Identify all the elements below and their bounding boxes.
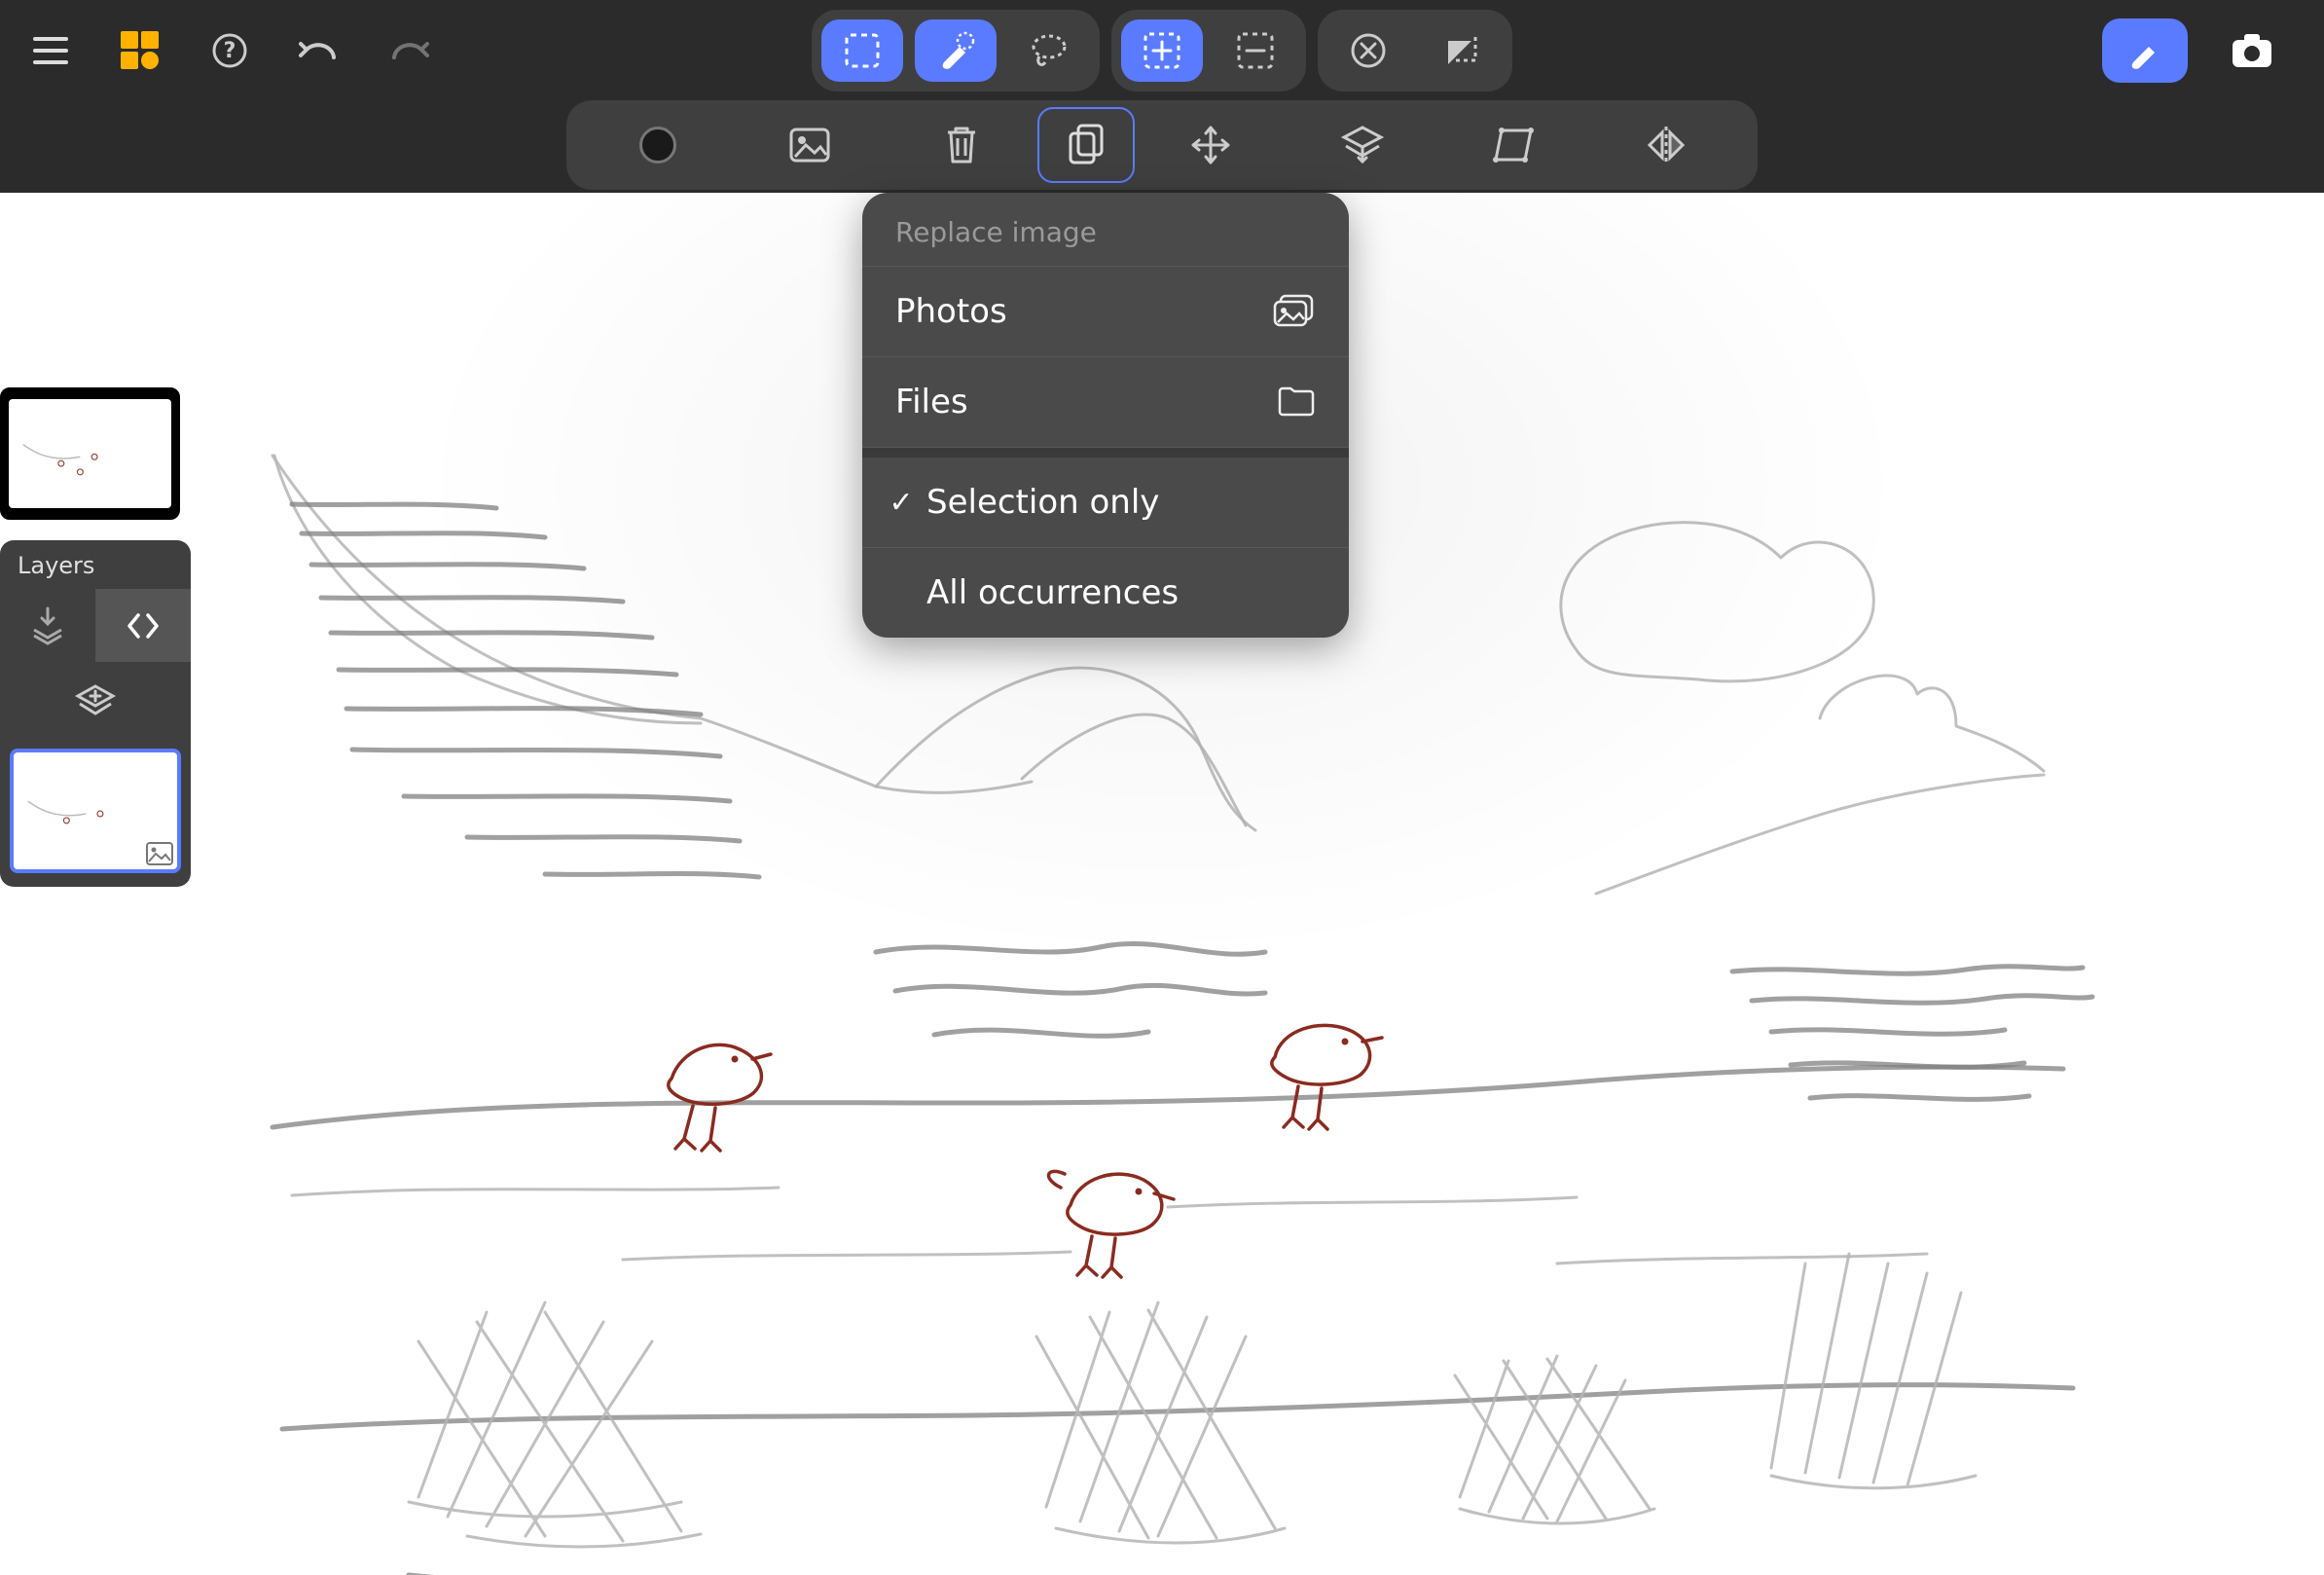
- image-badge-icon: [146, 842, 173, 865]
- dropdown-item-photos[interactable]: Photos: [862, 267, 1349, 357]
- layers-tabs: [0, 589, 191, 663]
- dropdown-item-label: All occurrences: [926, 573, 1179, 612]
- context-toolbar-wrap: [0, 100, 2324, 193]
- add-selection-icon: [1142, 30, 1182, 71]
- brush-icon: [2125, 31, 2164, 70]
- hamburger-icon: [33, 37, 68, 64]
- top-toolbar: ?: [0, 0, 2324, 100]
- merge-down-icon: [30, 606, 65, 645]
- redo-button[interactable]: [387, 29, 430, 72]
- brush-select-icon: [934, 29, 977, 72]
- top-right-group: [2102, 0, 2295, 100]
- redo-icon: [388, 38, 429, 63]
- photos-stack-icon: [1273, 294, 1316, 329]
- selection-mode-toolbar: [812, 10, 1512, 92]
- clear-selection-button[interactable]: [1327, 19, 1409, 82]
- filled-circle-icon: [639, 127, 676, 164]
- context-toolbar: [566, 100, 1758, 190]
- layer-item-selected[interactable]: [10, 749, 181, 873]
- dropdown-item-label: Files: [895, 383, 968, 421]
- layers-panel: Layers: [0, 540, 191, 887]
- copy-button[interactable]: [1037, 107, 1135, 183]
- move-icon: [1189, 124, 1232, 166]
- dropdown-item-label: Selection only: [926, 483, 1159, 522]
- selection-shape-group: [812, 10, 1100, 92]
- flip-button[interactable]: [1590, 107, 1742, 183]
- dropdown-separator: [862, 448, 1349, 458]
- add-to-selection-button[interactable]: [1121, 19, 1203, 82]
- layer-order-button[interactable]: [1287, 107, 1438, 183]
- top-left-group: ?: [29, 29, 430, 72]
- selection-cancel-group: [1318, 10, 1512, 92]
- dropdown-header: Replace image: [862, 193, 1349, 267]
- layers-tab-code[interactable]: [95, 589, 191, 662]
- code-brackets-icon: [126, 611, 161, 641]
- dropdown-item-all-occurrences[interactable]: ✓ All occurrences: [862, 548, 1349, 638]
- undo-button[interactable]: [298, 29, 341, 72]
- trash-icon: [944, 125, 979, 165]
- image-button[interactable]: [734, 107, 886, 183]
- image-icon: [789, 128, 830, 163]
- folder-icon: [1277, 386, 1316, 418]
- lasso-select-button[interactable]: [1008, 19, 1090, 82]
- page-thumbnail-preview: [9, 399, 170, 509]
- rectangle-select-button[interactable]: [821, 19, 903, 82]
- replace-image-dropdown: Replace image Photos Files ✓ Selection o…: [862, 193, 1349, 638]
- lasso-select-icon: [1028, 31, 1071, 70]
- dropdown-item-label: Photos: [895, 292, 1007, 331]
- camera-icon: [2230, 31, 2274, 70]
- undo-icon: [299, 38, 340, 63]
- add-layer-icon: [74, 682, 117, 721]
- add-layer-button[interactable]: [0, 663, 191, 741]
- app-brand-button[interactable]: [119, 29, 162, 72]
- brush-tool-button[interactable]: [2102, 18, 2188, 83]
- brush-select-button[interactable]: [915, 19, 997, 82]
- transform-skew-icon: [1492, 125, 1537, 165]
- subtract-from-selection-button[interactable]: [1215, 19, 1296, 82]
- camera-button[interactable]: [2209, 18, 2295, 83]
- transform-button[interactable]: [1438, 107, 1590, 183]
- invert-selection-button[interactable]: [1421, 19, 1503, 82]
- page-thumbnail[interactable]: [0, 387, 180, 520]
- layers-tab-merge[interactable]: [0, 589, 95, 662]
- rectangle-select-icon: [843, 31, 882, 70]
- brand-icon: [121, 31, 160, 70]
- copy-icon: [1067, 124, 1106, 166]
- flip-icon: [1644, 125, 1689, 165]
- hamburger-menu-button[interactable]: [29, 29, 72, 72]
- help-icon: ?: [211, 32, 248, 69]
- dropdown-item-files[interactable]: Files: [862, 357, 1349, 448]
- subtract-selection-icon: [1235, 30, 1276, 71]
- help-button[interactable]: ?: [208, 29, 251, 72]
- color-circle-button[interactable]: [582, 107, 734, 183]
- invert-selection-icon: [1442, 31, 1481, 70]
- selection-mode-group: [1111, 10, 1306, 92]
- thumbnail-sketch-icon: [9, 399, 170, 509]
- svg-text:?: ?: [224, 39, 236, 63]
- layers-title: Layers: [0, 540, 191, 589]
- move-button[interactable]: [1135, 107, 1287, 183]
- close-circle-icon: [1349, 31, 1388, 70]
- delete-button[interactable]: [886, 107, 1037, 183]
- dropdown-item-selection-only[interactable]: ✓ Selection only: [862, 458, 1349, 548]
- layer-stack-icon: [1340, 125, 1385, 165]
- check-icon: ✓: [882, 486, 921, 520]
